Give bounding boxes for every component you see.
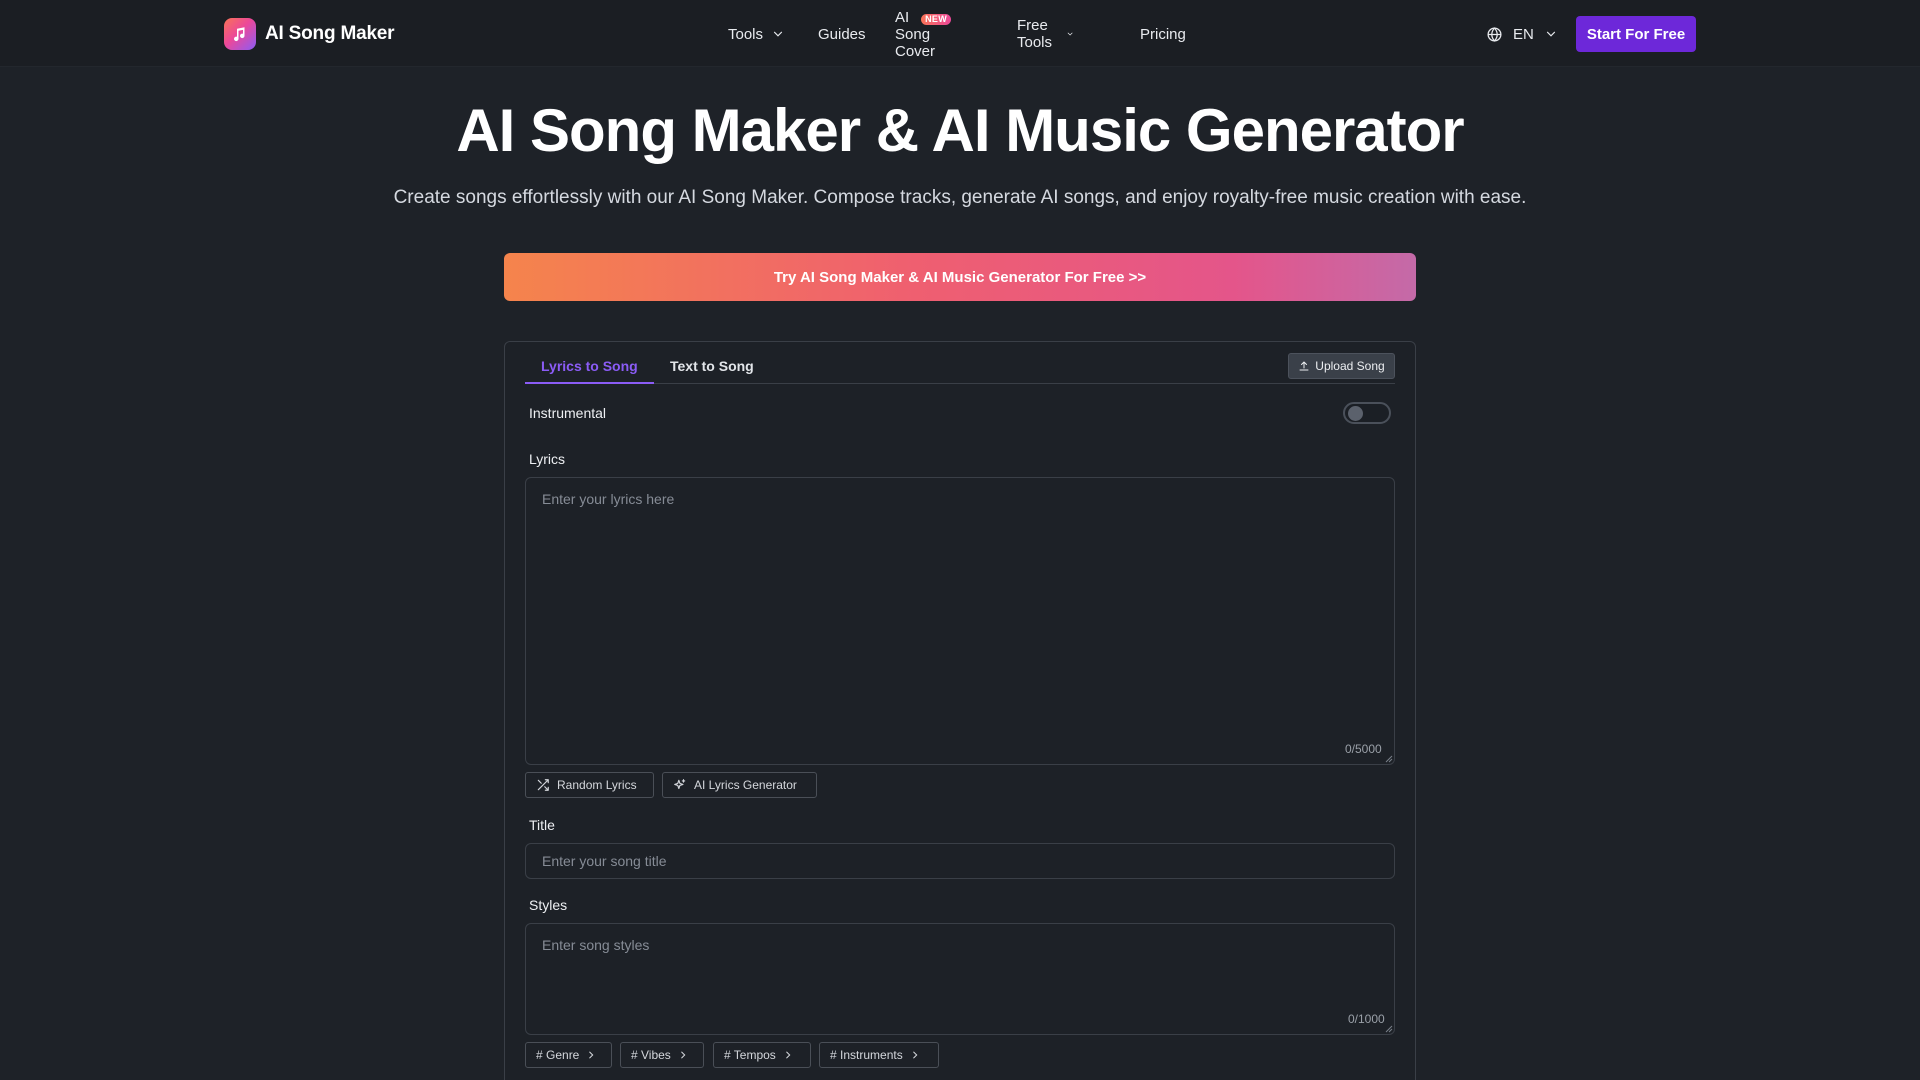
song-styles-input[interactable]	[525, 923, 1395, 1035]
new-badge: NEW	[921, 14, 952, 25]
nav-guides-label: Guides	[818, 25, 866, 43]
chevron-right-icon	[786, 1051, 791, 1059]
try-free-cta-button[interactable]: Try AI Song Maker & AI Music Generator F…	[504, 253, 1416, 301]
instrumental-label: Instrumental	[529, 405, 607, 421]
title-label: Title	[529, 817, 555, 833]
start-for-free-button[interactable]: Start For Free	[1576, 16, 1696, 52]
brand-name: AI Song Maker	[265, 23, 395, 44]
tag-tempos-button[interactable]: # Tempos	[713, 1042, 811, 1068]
tag-genre-label: # Genre	[536, 1048, 580, 1062]
language-selector[interactable]: EN	[1486, 22, 1558, 46]
nav-ai-song-cover[interactable]: AI Song Cover NEW	[895, 9, 952, 60]
tab-text-to-song[interactable]: Text to Song	[654, 356, 770, 384]
chevron-down-icon	[773, 31, 783, 37]
toggle-knob	[1348, 406, 1363, 421]
song-generator-panel: Lyrics to Song Text to Song Upload Song …	[504, 341, 1416, 1080]
generator-tabs: Lyrics to Song Text to Song	[525, 356, 1395, 384]
random-lyrics-label: Random Lyrics	[557, 778, 637, 792]
nav-free-tools-label: Free Tools	[1017, 17, 1053, 51]
shuffle-icon	[537, 779, 549, 791]
chevron-down-icon	[1067, 32, 1073, 36]
resize-grip-icon[interactable]	[1385, 755, 1393, 763]
instrumental-toggle[interactable]	[1343, 402, 1391, 424]
chevron-right-icon	[589, 1051, 594, 1059]
ai-lyrics-generator-label: AI Lyrics Generator	[694, 778, 797, 792]
lyrics-input[interactable]	[525, 477, 1395, 765]
tag-instruments-button[interactable]: # Instruments	[819, 1042, 939, 1068]
tag-tempos-label: # Tempos	[724, 1048, 776, 1062]
tag-vibes-label: # Vibes	[631, 1048, 671, 1062]
song-title-input[interactable]	[525, 843, 1395, 879]
nav-tools[interactable]: Tools	[728, 22, 785, 46]
styles-char-counter: 0/1000	[1348, 1012, 1385, 1026]
upload-song-button[interactable]: Upload Song	[1288, 353, 1395, 379]
nav-tools-label: Tools	[728, 25, 764, 43]
lyrics-label: Lyrics	[529, 451, 566, 467]
brand-logo[interactable]: AI Song Maker	[224, 18, 395, 50]
nav-pricing[interactable]: Pricing	[1140, 22, 1186, 46]
upload-icon	[1299, 361, 1309, 371]
globe-icon	[1487, 26, 1502, 42]
sparkles-icon	[674, 779, 686, 790]
styles-label: Styles	[529, 897, 568, 913]
nav-pricing-label: Pricing	[1140, 25, 1186, 43]
chevron-down-icon	[1546, 31, 1555, 37]
site-header: AI Song Maker Tools Guides AI Song Cover…	[0, 0, 1920, 67]
page-subtitle: Create songs effortlessly with our AI So…	[393, 187, 1527, 208]
tab-lyrics-to-song[interactable]: Lyrics to Song	[525, 356, 654, 384]
language-label: EN	[1513, 25, 1534, 43]
page-title: AI Song Maker & AI Music Generator	[456, 97, 1464, 164]
tag-instruments-label: # Instruments	[830, 1048, 903, 1062]
chevron-right-icon	[681, 1051, 686, 1059]
tag-genre-button[interactable]: # Genre	[525, 1042, 612, 1068]
nav-guides[interactable]: Guides	[818, 22, 866, 46]
ai-lyrics-generator-button[interactable]: AI Lyrics Generator	[662, 772, 817, 798]
chevron-right-icon	[912, 1051, 918, 1059]
lyrics-char-counter: 0/5000	[1345, 742, 1382, 756]
tag-vibes-button[interactable]: # Vibes	[620, 1042, 704, 1068]
music-note-icon	[224, 18, 256, 50]
random-lyrics-button[interactable]: Random Lyrics	[525, 772, 654, 798]
resize-grip-icon[interactable]	[1385, 1025, 1393, 1033]
nav-free-tools[interactable]: Free Tools	[1017, 17, 1074, 51]
upload-song-label: Upload Song	[1315, 359, 1385, 373]
